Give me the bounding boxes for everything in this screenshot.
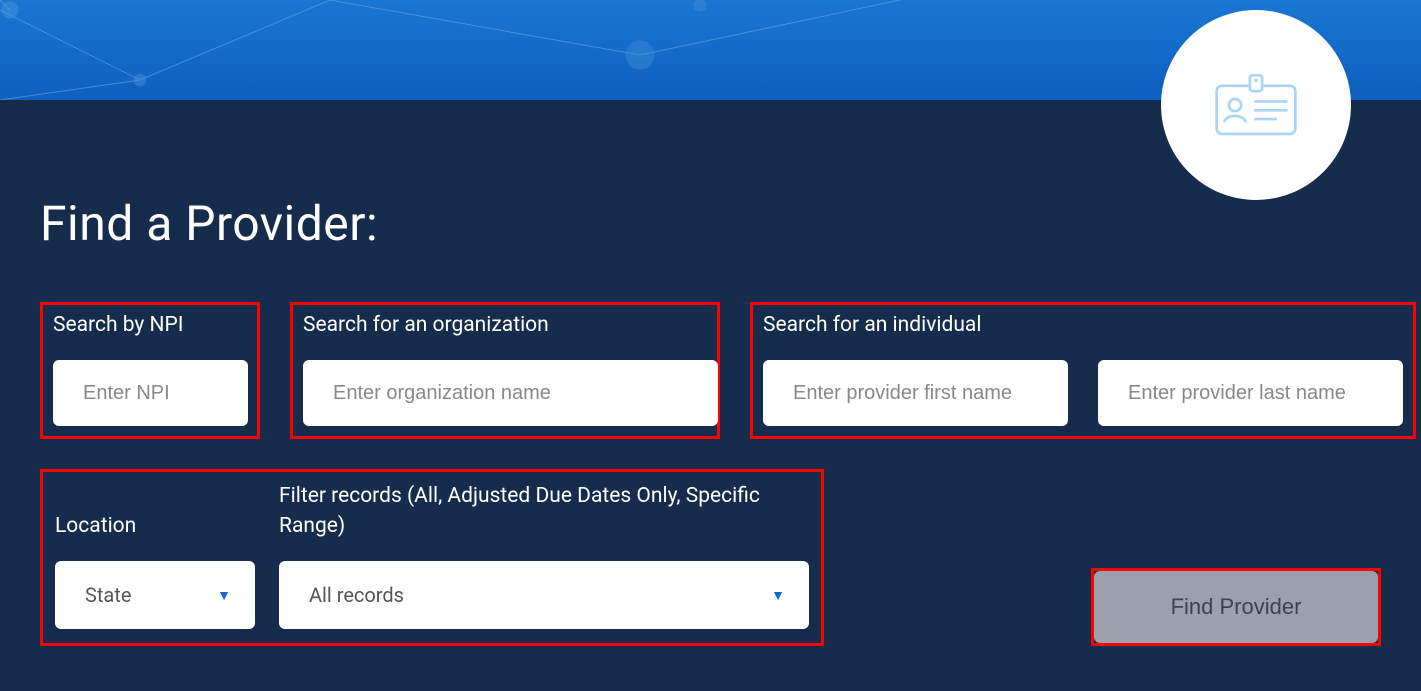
filter-select[interactable]: All records ▼	[279, 561, 809, 629]
npi-label: Search by NPI	[53, 311, 247, 340]
location-filter-group: Location State ▼ Filter records (All, Ad…	[40, 469, 824, 646]
organization-group: Search for an organization	[290, 302, 720, 439]
npi-input[interactable]	[53, 360, 248, 426]
search-row-2: Location State ▼ Filter records (All, Ad…	[40, 469, 1381, 646]
npi-group: Search by NPI	[40, 302, 260, 439]
search-panel: Find a Provider: Search by NPI Search fo…	[0, 100, 1421, 691]
state-select[interactable]: State ▼	[55, 561, 255, 629]
last-name-input[interactable]	[1098, 360, 1403, 426]
filter-select-value: All records	[309, 583, 404, 607]
filter-group: Filter records (All, Adjusted Due Dates …	[279, 482, 809, 629]
organization-input[interactable]	[303, 360, 718, 426]
find-provider-button[interactable]: Find Provider	[1094, 571, 1378, 643]
individual-group: Search for an individual	[750, 302, 1416, 439]
first-name-input[interactable]	[763, 360, 1068, 426]
individual-label: Search for an individual	[763, 311, 1403, 340]
filter-label: Filter records (All, Adjusted Due Dates …	[279, 482, 789, 541]
location-group: Location State ▼	[55, 512, 255, 629]
search-row-1: Search by NPI Search for an organization…	[40, 302, 1381, 439]
id-card-icon	[1211, 70, 1301, 140]
chevron-down-icon: ▼	[217, 587, 231, 604]
state-select-value: State	[85, 583, 131, 607]
find-button-highlight: Find Provider	[1091, 568, 1381, 646]
location-label: Location	[55, 512, 255, 541]
chevron-down-icon: ▼	[771, 587, 785, 604]
id-badge-circle	[1161, 10, 1351, 200]
organization-label: Search for an organization	[303, 311, 707, 340]
